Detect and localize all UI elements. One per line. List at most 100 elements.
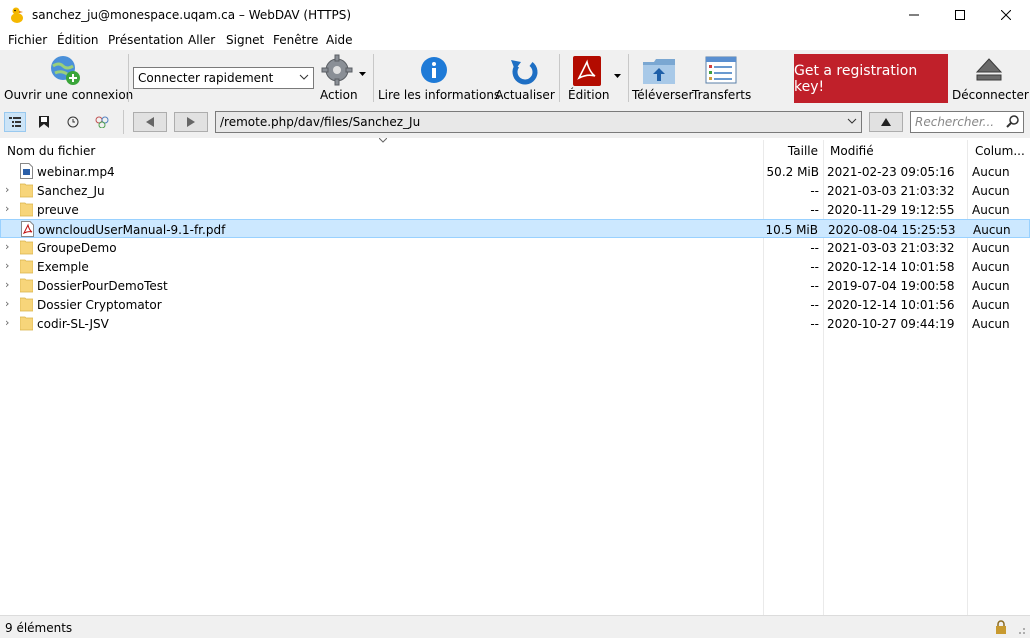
file-modified: 2021-02-23 09:05:16 <box>827 165 955 179</box>
upload-label: Téléverser <box>632 88 694 102</box>
expand-chevron-icon[interactable]: › <box>5 240 9 253</box>
transfers-button[interactable]: Transferts <box>692 50 752 106</box>
file-name: preuve <box>37 203 79 217</box>
back-arrow-icon <box>146 117 154 127</box>
menu-fenetre[interactable]: Fenêtre <box>273 33 318 47</box>
file-size: -- <box>810 203 819 217</box>
table-row[interactable]: › Dossier Cryptomator -- 2020-12-14 10:01:5… <box>0 295 1030 314</box>
expand-chevron-icon[interactable]: › <box>5 259 9 272</box>
close-button[interactable] <box>983 0 1029 30</box>
upload-button[interactable]: Téléverser <box>632 50 694 106</box>
menu-fichier[interactable]: Fichier <box>8 33 47 47</box>
file-owner: Aucun <box>972 203 1010 217</box>
up-arrow-icon <box>881 118 891 126</box>
refresh-button[interactable]: Actualiser <box>495 50 555 106</box>
file-name: GroupeDemo <box>37 241 117 255</box>
clock-icon <box>67 116 79 128</box>
search-input[interactable]: Rechercher... <box>910 111 1024 133</box>
pdf-icon <box>573 56 601 86</box>
resize-grip-icon[interactable] <box>1016 625 1026 635</box>
table-row[interactable]: › Sanchez_Ju -- 2021-03-03 21:03:32 Aucun <box>0 181 1030 200</box>
quick-connect-combo[interactable]: Connecter rapidement <box>133 67 314 89</box>
folder-icon <box>20 278 33 293</box>
file-size: -- <box>810 184 819 198</box>
table-row[interactable]: › Exemple -- 2020-12-14 10:01:58 Aucun <box>0 257 1030 276</box>
menu-signet[interactable]: Signet <box>226 33 264 47</box>
file-modified: 2019-07-04 19:00:58 <box>827 279 955 293</box>
back-button[interactable] <box>133 112 167 132</box>
column-header-owner[interactable]: Colum... <box>975 140 1030 162</box>
column-header-size[interactable]: Taille <box>764 140 822 162</box>
menu-edition[interactable]: Édition <box>57 33 99 47</box>
expand-chevron-icon[interactable]: › <box>5 316 9 329</box>
table-row[interactable]: › GroupeDemo -- 2021-03-03 21:03:32 Aucun <box>0 238 1030 257</box>
bonjour-button[interactable] <box>91 112 113 132</box>
table-row[interactable]: › codir-SL-JSV -- 2020-10-27 09:44:19 Aucun <box>0 314 1030 333</box>
minimize-icon <box>909 14 919 16</box>
pdf-file-icon <box>21 221 34 237</box>
menu-presentation[interactable]: Présentation <box>108 33 183 47</box>
file-size: -- <box>810 317 819 331</box>
table-row[interactable]: › DossierPourDemoTest -- 2019-07-04 19:00:5… <box>0 276 1030 295</box>
bookmarks-button[interactable] <box>33 112 55 132</box>
file-owner: Aucun <box>972 279 1010 293</box>
action-label: Action <box>320 88 358 102</box>
file-modified: 2020-12-14 10:01:56 <box>827 298 955 312</box>
folder-icon <box>20 259 33 274</box>
dropdown-arrow-icon <box>359 72 366 76</box>
disconnect-button[interactable]: Déconnecter <box>952 50 1029 106</box>
minimize-button[interactable] <box>891 0 937 30</box>
transfers-window-icon <box>705 56 737 84</box>
expand-chevron-icon[interactable]: › <box>5 297 9 310</box>
table-row[interactable]: owncloudUserManual-9.1-fr.pdf 10.5 MiB 202… <box>0 219 1030 238</box>
folder-icon <box>20 297 33 312</box>
maximize-button[interactable] <box>937 0 983 30</box>
browser-view-button[interactable] <box>4 112 26 132</box>
upload-folder-icon <box>643 59 675 84</box>
lock-icon <box>996 620 1006 634</box>
table-row[interactable]: › preuve -- 2020-11-29 19:12:55 Aucun <box>0 200 1030 219</box>
file-size: 10.5 MiB <box>765 223 818 237</box>
open-connection-button[interactable]: Ouvrir une connexion <box>4 50 133 106</box>
file-name: DossierPourDemoTest <box>37 279 168 293</box>
action-button[interactable]: Action <box>317 50 367 106</box>
expand-chevron-icon[interactable]: › <box>5 202 9 215</box>
expand-chevron-icon[interactable]: › <box>5 183 9 196</box>
file-name: owncloudUserManual-9.1-fr.pdf <box>38 223 226 237</box>
duck-app-icon <box>11 7 23 23</box>
file-owner: Aucun <box>972 298 1010 312</box>
menu-aller[interactable]: Aller <box>188 33 215 47</box>
bonjour-icon <box>95 116 109 128</box>
expand-chevron-icon[interactable]: › <box>5 278 9 291</box>
file-owner: Aucun <box>972 184 1010 198</box>
folder-icon <box>20 316 33 331</box>
file-browser: Nom du fichier Taille Modifié Colum... w… <box>0 138 1030 615</box>
registration-key-button[interactable]: Get a registration key! <box>794 54 948 103</box>
history-button[interactable] <box>62 112 84 132</box>
path-value: /remote.php/dav/files/Sanchez_Ju <box>220 115 421 129</box>
table-row[interactable]: webinar.mp4 50.2 MiB 2021-02-23 09:05:16 Au… <box>0 162 1030 181</box>
folder-icon <box>20 183 33 198</box>
file-modified: 2020-08-04 15:25:53 <box>828 223 956 237</box>
edit-button[interactable]: Édition <box>563 50 625 106</box>
dropdown-arrow-icon <box>614 74 621 78</box>
forward-button[interactable] <box>174 112 208 132</box>
maximize-icon <box>955 10 965 20</box>
menu-aide[interactable]: Aide <box>326 33 353 47</box>
path-combo[interactable]: /remote.php/dav/files/Sanchez_Ju <box>215 111 862 133</box>
file-owner: Aucun <box>973 223 1011 237</box>
parent-directory-button[interactable] <box>869 112 903 132</box>
edit-label: Édition <box>568 88 610 102</box>
quick-connect-value: Connecter rapidement <box>138 71 274 85</box>
file-owner: Aucun <box>972 165 1010 179</box>
disconnect-label: Déconnecter <box>952 88 1029 102</box>
close-icon <box>1001 10 1011 20</box>
file-modified: 2021-03-03 21:03:32 <box>827 184 955 198</box>
info-label: Lire les informations <box>378 88 501 102</box>
bookmark-icon <box>39 116 49 128</box>
info-button[interactable]: Lire les informations <box>378 50 501 106</box>
info-icon <box>421 57 447 83</box>
transfers-label: Transferts <box>692 88 752 102</box>
file-owner: Aucun <box>972 317 1010 331</box>
column-header-modified[interactable]: Modifié <box>830 140 965 162</box>
